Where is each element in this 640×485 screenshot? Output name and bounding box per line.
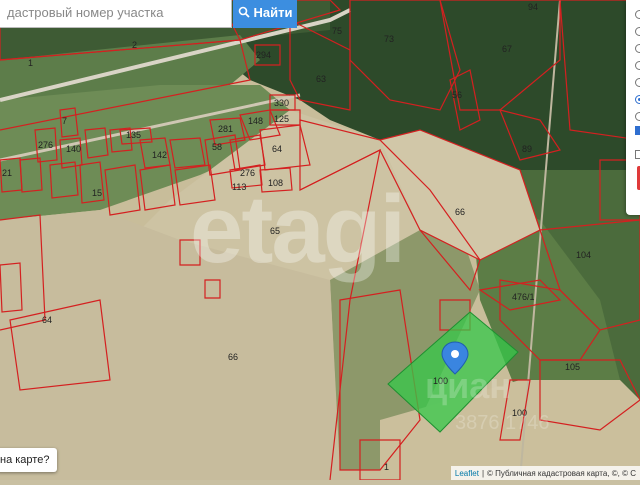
plot-label[interactable]: 1 [384, 462, 389, 472]
layer-radio-3[interactable] [635, 44, 640, 53]
search-input[interactable] [5, 3, 231, 21]
plot-label[interactable]: 89 [522, 144, 532, 154]
plot-label[interactable]: 66 [228, 352, 238, 362]
plot-label[interactable]: 56 [452, 90, 462, 100]
help-prompt[interactable]: на карте? [0, 448, 58, 472]
plot-label[interactable]: 140 [66, 144, 81, 154]
leaflet-link[interactable]: Leaflet [455, 469, 479, 478]
layer-radio-6[interactable] [635, 95, 640, 104]
plot-label[interactable]: 2 [132, 40, 137, 50]
plot-label[interactable]: 73 [384, 34, 394, 44]
watermark-logo-secondary: циан [425, 365, 512, 406]
plot-label[interactable]: 94 [528, 2, 538, 12]
plot-label[interactable]: 7 [62, 116, 67, 126]
plot-label[interactable]: 281 [218, 124, 233, 134]
plot-label[interactable]: 125 [274, 114, 289, 124]
plot-label[interactable]: 63 [316, 74, 326, 84]
plot-label[interactable]: 148 [248, 116, 263, 126]
plot-label[interactable]: 476/1 [512, 292, 535, 302]
plot-label[interactable]: 294 [256, 50, 271, 60]
plot-label[interactable]: 21 [2, 168, 12, 178]
cadastral-search-box [0, 0, 232, 28]
watermark-logo: etagi [190, 176, 406, 283]
plot-label[interactable]: 66 [455, 207, 465, 217]
layer-checkbox-2[interactable] [635, 150, 640, 159]
layer-radio-5[interactable] [635, 78, 640, 87]
layer-radio-4[interactable] [635, 61, 640, 70]
plot-label[interactable]: 276 [38, 140, 53, 150]
plot-label[interactable]: 104 [576, 250, 591, 260]
search-button-label: Найти [253, 4, 293, 20]
layer-radio-1[interactable] [635, 10, 640, 19]
plot-label[interactable]: 64 [42, 315, 52, 325]
attribution-copyright: © Публичная кадастровая карта, ©, © С [487, 468, 636, 478]
help-prompt-label: на карте? [0, 454, 50, 466]
plot-label[interactable]: 142 [152, 150, 167, 160]
plot-label[interactable]: 75 [332, 26, 342, 36]
layer-checkbox-1[interactable] [635, 126, 640, 135]
map-attribution: Leaflet | © Публичная кадастровая карта,… [450, 466, 640, 480]
search-icon [238, 6, 250, 18]
plot-label[interactable]: 58 [212, 142, 222, 152]
attribution-separator: | [481, 468, 485, 478]
plot-label[interactable]: 15 [92, 188, 102, 198]
plot-label[interactable]: 330 [274, 98, 289, 108]
plot-label[interactable]: 135 [126, 130, 141, 140]
layer-radio-2[interactable] [635, 27, 640, 36]
layer-radio-7[interactable] [635, 112, 640, 121]
plot-label[interactable]: 105 [565, 362, 580, 372]
plot-label[interactable]: 67 [502, 44, 512, 54]
plot-label[interactable]: 1 [28, 58, 33, 68]
search-button[interactable]: Найти [233, 0, 297, 28]
plot-label[interactable]: 64 [272, 144, 282, 154]
watermark-number: 3876 1746 [455, 412, 550, 434]
